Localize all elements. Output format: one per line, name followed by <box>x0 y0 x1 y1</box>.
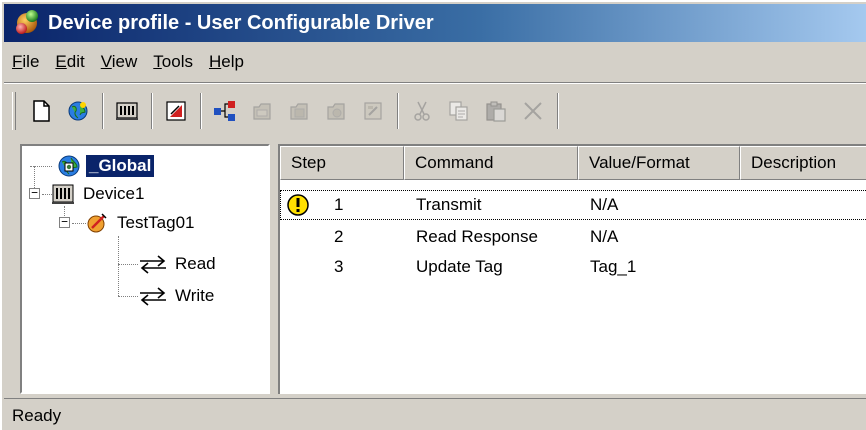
cut-icon <box>414 101 430 121</box>
tree-label-global: _Global <box>86 155 155 177</box>
table-row[interactable]: 3 Update Tag Tag_1 <box>280 252 866 282</box>
toolbar-separator <box>102 93 104 129</box>
cut-button[interactable] <box>405 93 439 129</box>
menu-view[interactable]: View <box>93 52 146 72</box>
value-cell: Tag_1 <box>590 257 637 276</box>
insert-command-3-button[interactable] <box>319 93 353 129</box>
globe-icon <box>68 101 88 121</box>
table-row[interactable]: 1 Transmit N/A <box>280 190 866 220</box>
toolbar-grip[interactable] <box>12 92 16 130</box>
toolbar-divider <box>4 82 866 84</box>
column-header-value-format[interactable]: Value/Format <box>578 146 740 180</box>
delete-button[interactable] <box>516 93 550 129</box>
tree-label-tag: TestTag01 <box>117 213 195 232</box>
insert-command-2-icon <box>290 103 308 120</box>
copy-icon <box>449 101 468 121</box>
value-cell: N/A <box>590 195 619 214</box>
window-title: Device profile - User Configurable Drive… <box>48 11 434 34</box>
transaction-icon <box>214 101 235 121</box>
tree-item-global[interactable]: _Global <box>56 152 155 180</box>
insert-command-button[interactable] <box>245 93 279 129</box>
description-cell <box>740 222 866 252</box>
menu-edit[interactable]: Edit <box>47 52 92 72</box>
step-number: 1 <box>334 195 344 214</box>
tree-view[interactable]: − − _Global Device1 TestTag01 Read Write <box>20 144 270 394</box>
description-cell <box>740 252 866 282</box>
toolbar-separator <box>200 93 202 129</box>
description-cell <box>740 190 866 220</box>
transaction-arrows-icon <box>140 287 166 306</box>
insert-command-3-icon <box>327 103 345 120</box>
status-text: Ready <box>12 405 62 425</box>
new-button[interactable] <box>24 93 58 129</box>
paste-icon <box>486 101 506 122</box>
tag-icon <box>166 101 186 121</box>
table-row[interactable]: 2 Read Response N/A <box>280 222 866 252</box>
toolbar-separator <box>397 93 399 129</box>
add-tag-button[interactable] <box>159 93 193 129</box>
column-header-command[interactable]: Command <box>404 146 578 180</box>
pane-splitter[interactable] <box>270 144 278 394</box>
device-icon <box>116 102 138 120</box>
menu-tools[interactable]: Tools <box>145 52 201 72</box>
status-bar: Ready <box>4 398 866 430</box>
menu-help[interactable]: Help <box>201 52 252 72</box>
menu-file[interactable]: File <box>4 52 47 72</box>
tree-label-device: Device1 <box>83 184 145 203</box>
step-number: 2 <box>334 227 344 246</box>
insert-command-icon <box>253 103 271 120</box>
properties-button[interactable] <box>356 93 390 129</box>
delete-icon <box>524 102 542 120</box>
toolbar <box>12 88 565 134</box>
warning-icon <box>287 194 309 216</box>
step-number: 3 <box>334 257 344 276</box>
tree-item-write[interactable]: Write <box>138 282 217 310</box>
paste-button[interactable] <box>479 93 513 129</box>
title-bar[interactable]: Device profile - User Configurable Drive… <box>4 4 866 42</box>
command-cell: Read Response <box>416 227 538 246</box>
tree-item-read[interactable]: Read <box>138 250 219 278</box>
insert-command-2-button[interactable] <box>282 93 316 129</box>
properties-icon <box>364 102 382 120</box>
collapse-tag-toggle[interactable]: − <box>59 216 70 228</box>
value-cell: N/A <box>590 227 619 246</box>
column-header-description[interactable]: Description <box>740 146 866 180</box>
new-document-icon <box>33 100 50 122</box>
device-icon <box>52 184 74 204</box>
add-transaction-button[interactable] <box>208 93 242 129</box>
toolbar-separator <box>557 93 559 129</box>
collapse-device-toggle[interactable]: − <box>29 187 40 199</box>
globe-icon <box>58 155 80 177</box>
tree-label-read: Read <box>175 254 216 273</box>
app-window: Device profile - User Configurable Drive… <box>0 0 866 430</box>
tag-icon <box>87 213 107 233</box>
global-button[interactable] <box>61 93 95 129</box>
list-header: Step Command Value/Format Description <box>280 146 866 180</box>
toolbar-separator <box>151 93 153 129</box>
tree-label-write: Write <box>175 286 215 305</box>
tree-item-tag[interactable]: TestTag01 <box>84 209 198 237</box>
tree-item-device[interactable]: Device1 <box>50 180 147 208</box>
copy-button[interactable] <box>442 93 476 129</box>
command-cell: Update Tag <box>416 257 503 276</box>
transaction-arrows-icon <box>140 255 166 274</box>
command-list[interactable]: Step Command Value/Format Description 1 … <box>278 144 866 394</box>
command-cell: Transmit <box>416 195 482 214</box>
column-header-step[interactable]: Step <box>280 146 404 180</box>
menu-bar: File Edit View Tools Help <box>4 46 866 78</box>
app-icon[interactable] <box>14 10 40 36</box>
add-device-button[interactable] <box>110 93 144 129</box>
